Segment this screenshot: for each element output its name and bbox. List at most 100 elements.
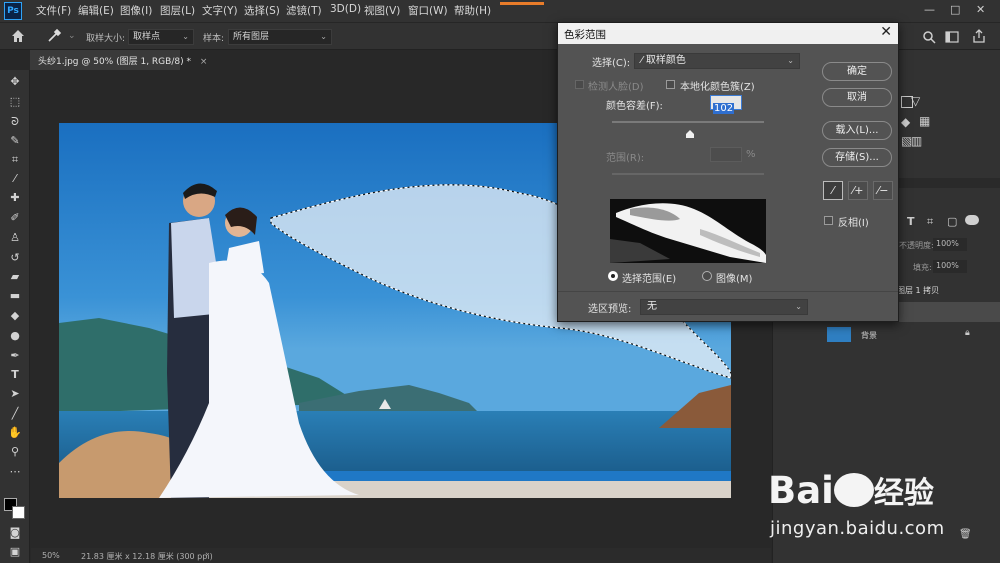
- localized-clusters-checkbox[interactable]: [666, 80, 675, 89]
- zoom-tool-icon[interactable]: ⚲: [5, 444, 25, 460]
- background-color-swatch[interactable]: [12, 506, 25, 519]
- eyedropper-tool-icon[interactable]: [46, 28, 62, 44]
- dodge-tool-icon[interactable]: ●: [5, 328, 25, 344]
- status-menu-arrow[interactable]: ›: [205, 550, 209, 560]
- opacity-input[interactable]: 100%: [933, 238, 967, 251]
- hand-tool-icon[interactable]: ✋: [5, 425, 25, 441]
- tool-preset-caret-icon[interactable]: ⌄: [68, 31, 76, 41]
- healing-brush-icon[interactable]: ✚: [5, 190, 25, 206]
- line-tool-icon[interactable]: ╱: [5, 406, 25, 422]
- lock-icon: 🔒︎: [965, 328, 970, 338]
- menu-type[interactable]: 文字(Y): [202, 3, 238, 18]
- add-to-sample-eyedropper-icon[interactable]: ⁄+: [848, 181, 868, 200]
- clone-stamp-icon[interactable]: ♙: [5, 230, 25, 246]
- trash-icon[interactable]: 🗑︎: [959, 529, 972, 540]
- range-unit: %: [746, 149, 756, 160]
- dialog-close-icon[interactable]: ✕: [880, 24, 892, 40]
- document-tab[interactable]: 头纱1.jpg @ 50% (图层 1, RGB/8) * ×: [30, 50, 207, 70]
- gradient-map-icon[interactable]: ▥: [911, 134, 922, 148]
- more-tools-icon[interactable]: ⋯: [5, 464, 25, 480]
- share-icon[interactable]: [972, 28, 986, 44]
- lasso-tool-icon[interactable]: ᘐ: [5, 114, 25, 130]
- select-dropdown[interactable]: ⁄ 取样颜色 ⌄: [634, 53, 800, 69]
- selection-radio[interactable]: [608, 271, 618, 281]
- fill-input[interactable]: 100%: [933, 260, 967, 273]
- invert-checkbox[interactable]: [824, 216, 833, 225]
- close-button[interactable]: ✕: [976, 3, 985, 16]
- menu-select[interactable]: 选择(S): [244, 3, 280, 18]
- menu-help[interactable]: 帮助(H): [454, 3, 491, 18]
- subtract-from-sample-eyedropper-icon[interactable]: ⁄−: [873, 181, 893, 200]
- sample-label: 样本:: [203, 34, 225, 44]
- marquee-tool-icon[interactable]: ⬚: [5, 94, 25, 110]
- localized-clusters-label: 本地化颜色簇(Z): [680, 82, 755, 93]
- dialog-title-bar: 色彩范围 ✕: [558, 23, 898, 44]
- fill-label: 填充:: [913, 263, 932, 272]
- type-tool-icon[interactable]: T: [5, 367, 25, 383]
- selection-preview-select[interactable]: 无 ⌄: [640, 299, 808, 315]
- path-selection-icon[interactable]: ➤: [5, 386, 25, 402]
- crop-tool-icon[interactable]: ⌗: [5, 152, 25, 168]
- sample-select[interactable]: 所有图层 ⌄: [228, 29, 332, 45]
- home-icon[interactable]: [10, 28, 26, 44]
- color-range-dialog: 色彩范围 ✕ 选择(C): ⁄ 取样颜色 ⌄ 检测人脸(D) 本地化颜色簇(Z) …: [557, 22, 899, 322]
- menu-view[interactable]: 视图(V): [364, 3, 400, 18]
- menu-edit[interactable]: 编辑(E): [78, 3, 114, 18]
- fuzziness-input[interactable]: 102: [710, 95, 742, 114]
- tab-close-icon[interactable]: ×: [200, 57, 208, 67]
- menu-file[interactable]: 文件(F): [36, 3, 71, 18]
- layer-copy-name[interactable]: 图层 1 拷贝: [897, 285, 939, 296]
- maximize-button[interactable]: □: [950, 3, 960, 16]
- quick-selection-tool-icon[interactable]: ✎: [5, 133, 25, 149]
- history-brush-icon[interactable]: ↺: [5, 250, 25, 266]
- save-button[interactable]: 存储(S)...: [822, 148, 892, 167]
- detect-faces-label: 检测人脸(D): [588, 82, 644, 93]
- layer-row-background[interactable]: 背景 🔒︎: [801, 325, 1000, 345]
- zoom-level[interactable]: 50%: [42, 551, 60, 560]
- brush-tool-icon[interactable]: ✐: [5, 210, 25, 226]
- chevron-down-icon: ⌄: [182, 32, 189, 41]
- sample-size-label: 取样大小:: [86, 34, 126, 44]
- document-info: 21.83 厘米 x 12.18 厘米 (300 ppi): [81, 552, 213, 561]
- dialog-divider: [558, 291, 898, 292]
- screen-mode-icon[interactable]: ▣: [5, 544, 25, 560]
- range-slider-track: [612, 173, 764, 175]
- image-radio[interactable]: [702, 271, 712, 281]
- color-balance-icon[interactable]: ◆: [901, 115, 910, 129]
- eraser-tool-icon[interactable]: ▰: [5, 269, 25, 285]
- menu-image[interactable]: 图像(I): [120, 3, 152, 18]
- smart-filter-icon[interactable]: ▢: [947, 215, 957, 228]
- eyedropper-icon[interactable]: ⁄: [823, 181, 843, 200]
- triangle-icon[interactable]: ▽: [911, 94, 920, 108]
- ok-button[interactable]: 确定: [822, 62, 892, 81]
- cancel-button[interactable]: 取消: [822, 88, 892, 107]
- grid-icon[interactable]: ▦: [919, 114, 930, 128]
- menu-3d[interactable]: 3D(D): [330, 3, 361, 15]
- tools-panel: ✥ ⬚ ᘐ ✎ ⌗ ⁄ ✚ ✐ ♙ ↺ ▰ ▬ ◆ ● ✒ T ➤ ╱ ✋ ⚲ …: [0, 70, 30, 563]
- move-tool-icon[interactable]: ✥: [5, 74, 25, 90]
- range-input: [710, 147, 742, 162]
- shape-filter-icon[interactable]: ⌗: [927, 215, 933, 229]
- menu-layer[interactable]: 图层(L): [160, 3, 195, 18]
- eyedropper-icon[interactable]: ⁄: [5, 171, 25, 187]
- workspace-icon[interactable]: [945, 29, 959, 43]
- gradient-tool-icon[interactable]: ▬: [5, 288, 25, 304]
- blur-tool-icon[interactable]: ◆: [5, 308, 25, 324]
- opacity-label: 不透明度:: [899, 241, 934, 250]
- pen-tool-icon[interactable]: ✒: [5, 348, 25, 364]
- load-button[interactable]: 载入(L)...: [822, 121, 892, 140]
- selection-radio-label: 选择范围(E): [622, 274, 677, 285]
- filter-toggle[interactable]: [965, 215, 979, 225]
- type-filter-icon[interactable]: T: [907, 215, 915, 228]
- detect-faces-checkbox[interactable]: [575, 80, 584, 89]
- chevron-down-icon: ⌄: [787, 56, 794, 65]
- quick-mask-icon[interactable]: ◙: [5, 525, 25, 541]
- status-bar: 50% 21.83 厘米 x 12.18 厘米 (300 ppi) ›: [31, 548, 771, 563]
- minimize-button[interactable]: —: [924, 3, 935, 16]
- fuzziness-slider-thumb[interactable]: [685, 123, 694, 138]
- search-icon[interactable]: [922, 29, 936, 44]
- menu-filter[interactable]: 滤镜(T): [286, 3, 322, 18]
- layer-thumbnail: [827, 327, 851, 342]
- sample-size-select[interactable]: 取样点 ⌄: [128, 29, 194, 45]
- menu-window[interactable]: 窗口(W): [408, 3, 448, 18]
